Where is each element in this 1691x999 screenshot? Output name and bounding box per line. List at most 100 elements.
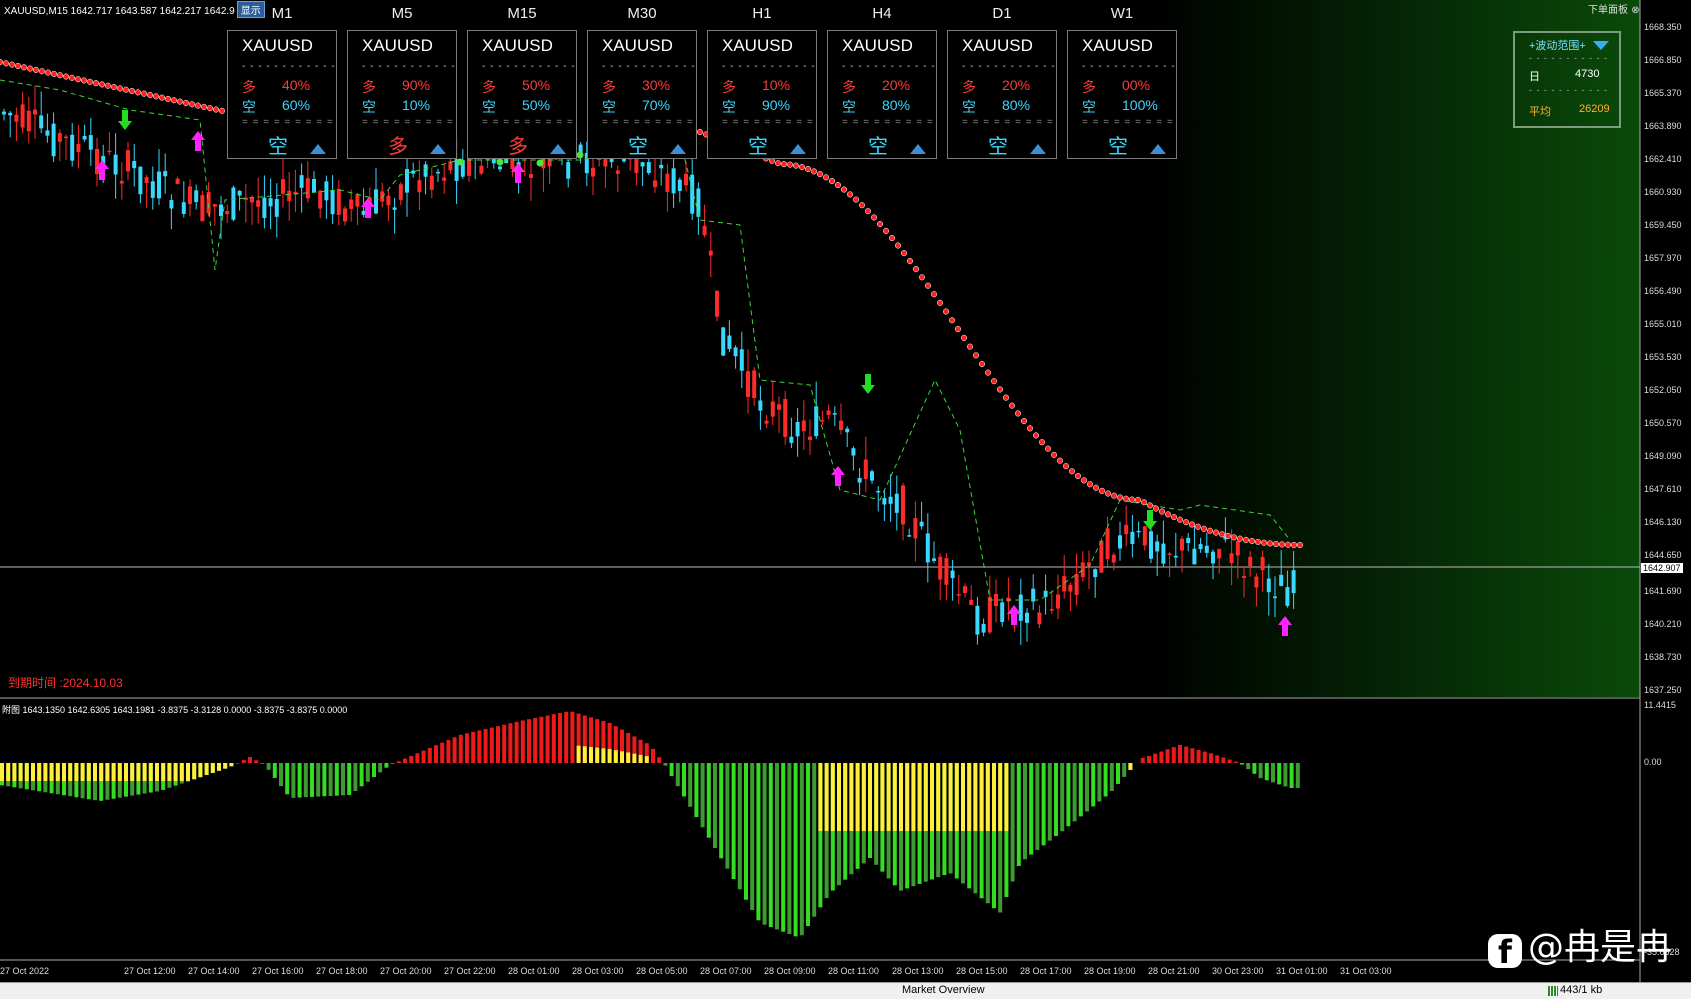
hist-bar-positive xyxy=(403,759,407,763)
candle-body xyxy=(889,497,893,504)
panel-signal: 空 xyxy=(268,130,288,159)
hist-bar-positive xyxy=(546,715,550,763)
price-tick: 1668.350 xyxy=(1644,22,1682,32)
tf-panel-h4[interactable]: XAUUSD- - - - - - - - - - - -多20%空80%= =… xyxy=(827,30,937,159)
triangle-up-icon[interactable] xyxy=(910,144,926,154)
time-tick: 31 Oct 01:00 xyxy=(1276,966,1328,976)
panel-divider: - - - - - - - - - - - - xyxy=(962,61,1056,72)
price-tick: 1652.050 xyxy=(1644,385,1682,395)
hist-bar-yellow xyxy=(198,763,202,777)
ma-dot xyxy=(799,164,805,170)
candle-body xyxy=(566,162,570,179)
oscillator-histogram xyxy=(0,712,1300,937)
trading-chart[interactable]: XAUUSD,M15 1642.717 1643.587 1642.217 16… xyxy=(0,0,1691,998)
candle-body xyxy=(529,174,533,178)
ma-dot xyxy=(829,178,835,184)
triangle-up-icon[interactable] xyxy=(430,144,446,154)
ma-dot xyxy=(847,192,853,198)
short-ratio: 空60% xyxy=(242,97,332,117)
hist-bar-positive xyxy=(242,760,246,763)
tf-panel-d1[interactable]: XAUUSD- - - - - - - - - - - -多20%空80%= =… xyxy=(947,30,1057,159)
tf-panel-m30[interactable]: XAUUSD- - - - - - - - - - - -多30%空70%= =… xyxy=(587,30,697,159)
hist-bar-yellow xyxy=(589,747,593,763)
candle-body xyxy=(975,606,979,635)
hist-bar-positive xyxy=(1234,762,1238,763)
hist-bar-negative xyxy=(1079,763,1083,816)
hist-bar-positive xyxy=(1221,757,1225,763)
short-ratio: 空90% xyxy=(722,97,812,117)
triangle-up-icon[interactable] xyxy=(790,144,806,154)
order-panel-link[interactable]: 下单面板 ⊗ xyxy=(1588,1,1640,16)
tf-panel-m1[interactable]: XAUUSD- - - - - - - - - - - -多40%空60%= =… xyxy=(227,30,337,159)
triangle-up-icon[interactable] xyxy=(670,144,686,154)
hist-bar-positive xyxy=(465,733,469,763)
hist-bar-yellow xyxy=(986,763,990,831)
candle-body xyxy=(306,178,310,198)
ma-dot xyxy=(135,90,141,96)
ma-dot xyxy=(153,94,159,100)
hist-bar-negative xyxy=(744,763,748,900)
ma-dot xyxy=(1219,532,1225,538)
long-ratio: 多40% xyxy=(242,77,332,97)
hist-bar-positive xyxy=(1153,754,1157,763)
ma-dot xyxy=(1057,458,1063,464)
hist-bar-yellow xyxy=(31,763,35,781)
hist-bar-positive xyxy=(552,714,556,763)
short-ratio: 空10% xyxy=(362,97,452,117)
hist-bar-yellow xyxy=(645,756,649,763)
candle-body xyxy=(442,177,446,180)
hist-bar-yellow xyxy=(62,763,66,781)
hist-bar-negative xyxy=(1048,763,1052,841)
tf-panel-w1[interactable]: XAUUSD- - - - - - - - - - - -多00%空100%= … xyxy=(1067,30,1177,159)
hist-bar-negative xyxy=(1066,763,1070,826)
ma-dot xyxy=(811,169,817,175)
panel-divider: - - - - - - - - - - - - xyxy=(722,61,816,72)
triangle-up-icon[interactable] xyxy=(1030,144,1046,154)
hist-bar-positive xyxy=(521,720,525,763)
ma-dot xyxy=(111,84,117,90)
candle-body xyxy=(1068,585,1072,592)
panel-divider: - - - - - - - - - - - - xyxy=(602,61,696,72)
candle-body xyxy=(39,115,43,128)
long-ratio: 多20% xyxy=(962,77,1052,97)
hist-bar-negative xyxy=(1042,763,1046,845)
hist-bar-yellow xyxy=(136,763,140,781)
close-icon[interactable]: ⊗ xyxy=(1631,5,1639,16)
hist-bar-yellow xyxy=(174,763,178,781)
triangle-up-icon[interactable] xyxy=(310,144,326,154)
hist-bar-negative xyxy=(1104,763,1108,797)
ma-dot xyxy=(1075,473,1081,479)
triangle-up-icon[interactable] xyxy=(1150,144,1166,154)
tf-panel-h1[interactable]: XAUUSD- - - - - - - - - - - -多10%空90%= =… xyxy=(707,30,817,159)
chart-symbol-info: XAUUSD,M15 1642.717 1643.587 1642.217 16… xyxy=(4,6,235,17)
tf-panel-m5[interactable]: XAUUSD- - - - - - - - - - - -多90%空10%= =… xyxy=(347,30,457,159)
market-overview-tab[interactable]: Market Overview xyxy=(902,984,985,996)
hist-bar-yellow xyxy=(56,763,60,781)
hist-bar-positive xyxy=(1172,747,1176,763)
triangle-up-icon[interactable] xyxy=(550,144,566,154)
time-tick: 28 Oct 19:00 xyxy=(1084,966,1136,976)
candle-body xyxy=(957,594,961,596)
candle-body xyxy=(70,135,74,161)
traffic-status: 443/1 kb xyxy=(1560,984,1602,996)
panel-symbol: XAUUSD xyxy=(242,36,313,56)
hist-bar-yellow xyxy=(161,763,165,781)
ma-dot xyxy=(1045,446,1051,452)
hist-bar-yellow xyxy=(924,763,928,831)
hist-bar-negative xyxy=(322,763,326,796)
ma-dot xyxy=(147,92,153,98)
volatility-range-box[interactable]: +波动范围+ - - - - - - - - - - - 日 4730 - - … xyxy=(1513,31,1621,128)
ma-dot xyxy=(1225,533,1231,539)
chevron-down-icon[interactable] xyxy=(1593,41,1609,50)
candle-body xyxy=(895,494,899,513)
hist-bar-positive xyxy=(440,743,444,763)
panel-symbol: XAUUSD xyxy=(1082,36,1153,56)
hist-bar-negative xyxy=(694,763,698,817)
candle-body xyxy=(1236,541,1240,556)
candle-body xyxy=(808,437,812,441)
ma-dot xyxy=(979,361,985,367)
ma-dot xyxy=(1285,542,1291,548)
tf-panel-m15[interactable]: XAUUSD- - - - - - - - - - - -多50%空50%= =… xyxy=(467,30,577,159)
hist-bar-negative xyxy=(775,763,779,929)
candle-body xyxy=(882,498,886,504)
